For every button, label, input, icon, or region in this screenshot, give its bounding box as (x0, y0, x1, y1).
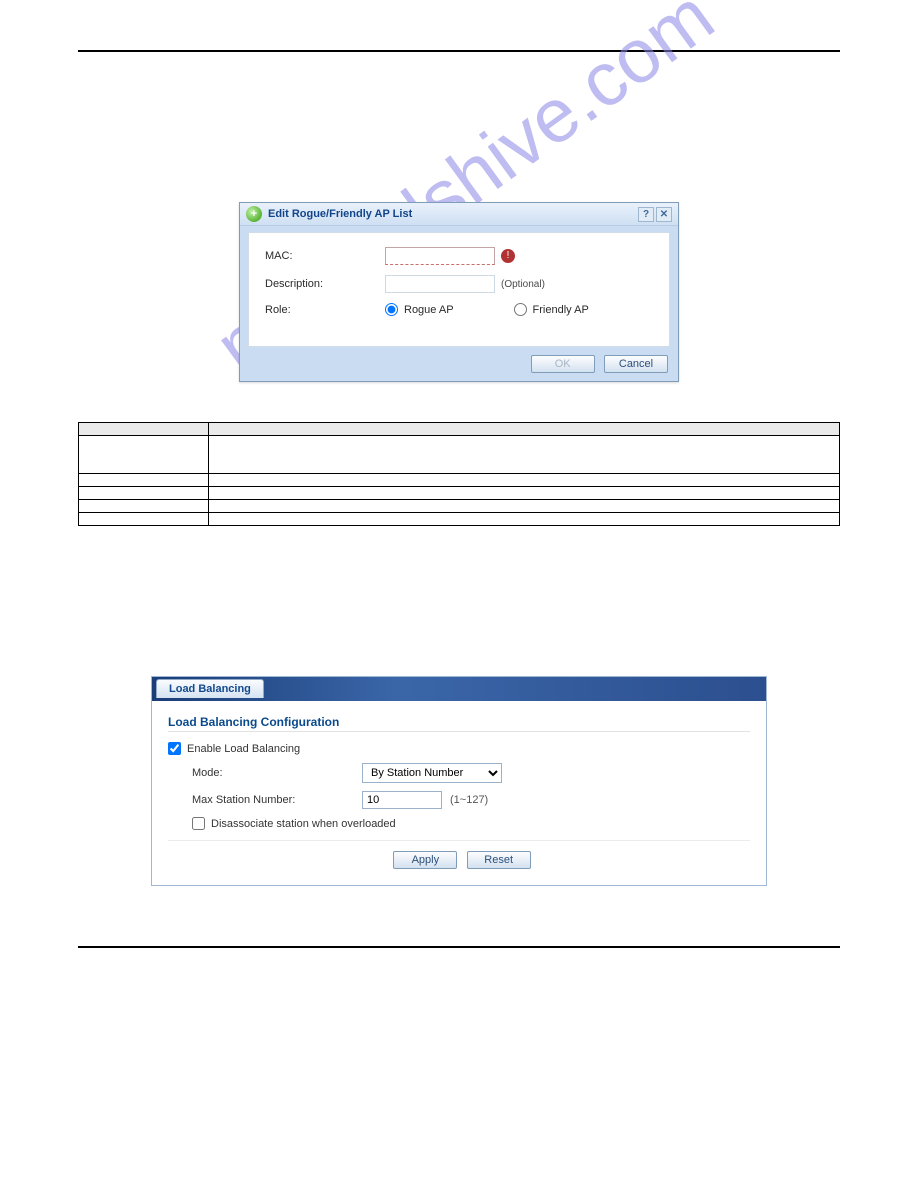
section-title: Load Balancing Configuration (168, 715, 750, 729)
optional-note: (Optional) (501, 279, 545, 290)
cancel-button[interactable]: Cancel (604, 355, 668, 373)
table-header-label (79, 423, 209, 436)
disassociate-checkbox[interactable] (192, 817, 205, 830)
disassociate-label: Disassociate station when overloaded (211, 818, 396, 830)
role-label: Role: (265, 304, 385, 316)
dialog-titlebar: + Edit Rogue/Friendly AP List ? ✕ (240, 203, 678, 226)
dialog-title: Edit Rogue/Friendly AP List (268, 208, 412, 220)
error-icon: ! (501, 249, 515, 263)
apply-button[interactable]: Apply (393, 851, 457, 869)
max-station-input[interactable] (362, 791, 442, 809)
description-table (78, 422, 840, 526)
role-friendly-label: Friendly AP (533, 304, 589, 316)
mode-select[interactable]: By Station Number (362, 763, 502, 783)
role-radio-friendly-input[interactable] (514, 303, 527, 316)
role-radio-rogue-input[interactable] (385, 303, 398, 316)
table-row (79, 436, 840, 474)
dialog-body: MAC: ! Description: (Optional) Role: Rog… (248, 232, 670, 347)
panel-tabbar: Load Balancing (152, 677, 766, 701)
plus-icon: + (246, 206, 262, 222)
mac-input[interactable] (385, 247, 495, 265)
max-station-label: Max Station Number: (192, 794, 362, 806)
max-station-range: (1~127) (450, 794, 488, 806)
enable-lb-label: Enable Load Balancing (187, 743, 300, 755)
edit-ap-dialog: + Edit Rogue/Friendly AP List ? ✕ MAC: !… (239, 202, 679, 382)
load-balancing-panel: Load Balancing Load Balancing Configurat… (151, 676, 767, 886)
section-rule (168, 731, 750, 732)
table-row (79, 500, 840, 513)
table-row (79, 474, 840, 487)
role-rogue-label: Rogue AP (404, 304, 454, 316)
description-label: Description: (265, 278, 385, 290)
close-icon[interactable]: ✕ (656, 207, 672, 222)
ok-button[interactable]: OK (531, 355, 595, 373)
enable-lb-checkbox[interactable] (168, 742, 181, 755)
page-top-rule (78, 50, 840, 52)
page-bottom-rule (78, 946, 840, 948)
table-row (79, 513, 840, 526)
table-header-desc (209, 423, 840, 436)
role-radio-rogue[interactable]: Rogue AP (385, 303, 454, 316)
description-input[interactable] (385, 275, 495, 293)
tab-load-balancing[interactable]: Load Balancing (156, 679, 264, 698)
reset-button[interactable]: Reset (467, 851, 531, 869)
role-radio-friendly[interactable]: Friendly AP (514, 303, 589, 316)
table-row (79, 487, 840, 500)
help-icon[interactable]: ? (638, 207, 654, 222)
mode-label: Mode: (192, 767, 362, 779)
mac-label: MAC: (265, 250, 385, 262)
